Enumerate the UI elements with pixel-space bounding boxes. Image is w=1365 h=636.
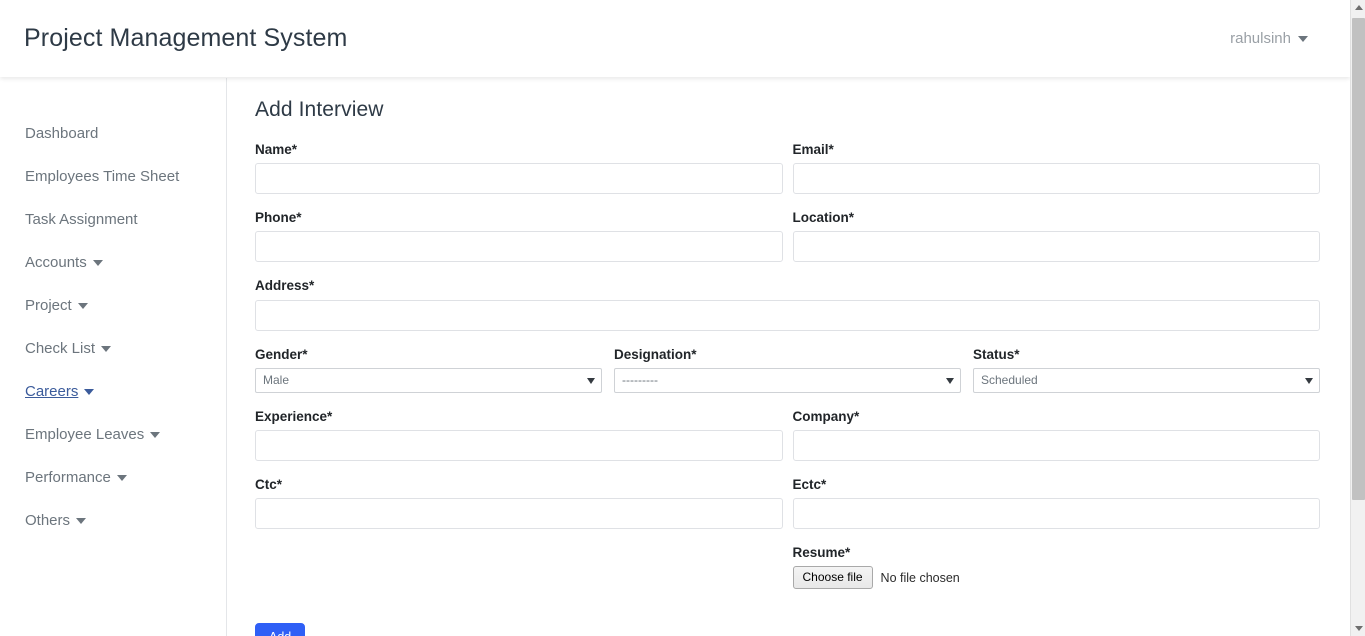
name-input[interactable] <box>255 163 783 195</box>
field-group-phone: Phone* <box>255 210 783 263</box>
address-label: Address* <box>255 278 315 294</box>
scrollbar-thumb[interactable] <box>1352 18 1365 500</box>
field-group-company: Company* <box>792 408 1320 461</box>
form-row-resume: Resume* Choose file No file chosen <box>255 545 1320 589</box>
sidebar-item-label: Dashboard <box>25 125 99 142</box>
sidebar-nav: Dashboard Employees Time Sheet Task Assi… <box>0 78 227 636</box>
app-brand-title: Project Management System <box>24 24 348 52</box>
phone-label: Phone* <box>255 210 302 226</box>
status-label: Status* <box>973 346 1020 362</box>
sidebar-item-label: Careers <box>25 383 79 400</box>
chevron-down-icon <box>76 517 87 524</box>
chevron-down-icon <box>150 431 161 438</box>
sidebar-item-project[interactable]: Project <box>0 284 226 327</box>
designation-label: Designation* <box>614 346 697 362</box>
sidebar-item-label: Employees Time Sheet <box>25 168 180 185</box>
resume-label: Resume* <box>792 545 851 561</box>
sidebar-item-label: Accounts <box>25 254 87 271</box>
ectc-label: Ectc* <box>792 476 827 492</box>
file-chosen-status: No file chosen <box>880 570 960 585</box>
arrow-down-icon <box>1354 626 1363 631</box>
email-label: Email* <box>792 142 834 157</box>
add-interview-form: Name* Email* Phone* Location* Address* G… <box>255 142 1320 636</box>
chevron-down-icon <box>84 388 95 395</box>
location-label: Location* <box>792 210 855 226</box>
sidebar-item-label: Employee Leaves <box>25 426 145 443</box>
location-input[interactable] <box>792 231 1320 263</box>
top-navbar: Project Management System rahulsinh <box>0 0 1350 77</box>
form-row-ctc-ectc: Ctc* Ectc* <box>255 476 1320 530</box>
scrollbar-down-button[interactable] <box>1351 621 1365 636</box>
sidebar-item-label: Performance <box>25 469 111 486</box>
form-row-phone-location: Phone* Location* <box>255 210 1320 263</box>
company-label: Company* <box>792 408 860 424</box>
ectc-input[interactable] <box>792 498 1320 530</box>
choose-file-button[interactable]: Choose file <box>792 566 873 589</box>
field-group-experience: Experience* <box>255 409 783 461</box>
sidebar-item-label: Check List <box>25 340 96 357</box>
form-row-name-email: Name* Email* <box>255 142 1320 195</box>
app-root: Project Management System rahulsinh Dash… <box>0 0 1365 636</box>
gender-select-wrapper: Male <box>255 367 602 393</box>
field-group-email: Email* <box>792 142 1320 195</box>
form-row-gender-designation-status: Gender* Male Designation* --------- Stat… <box>255 347 1320 393</box>
phone-input[interactable] <box>255 231 783 263</box>
company-input[interactable] <box>792 429 1320 461</box>
field-group-gender: Gender* Male <box>255 347 602 393</box>
gender-select[interactable]: Male <box>255 367 602 393</box>
user-menu-dropdown[interactable]: rahulsinh <box>1230 30 1326 47</box>
sidebar-item-others[interactable]: Others <box>0 499 226 542</box>
sidebar-item-task-assignment[interactable]: Task Assignment <box>0 198 226 241</box>
sidebar-item-careers[interactable]: Careers <box>0 370 226 413</box>
name-label: Name* <box>255 142 298 157</box>
field-group-designation: Designation* --------- <box>614 347 961 393</box>
address-input[interactable] <box>255 299 1320 331</box>
form-row-experience-company: Experience* Company* <box>255 409 1320 461</box>
sidebar-item-employee-leaves[interactable]: Employee Leaves <box>0 413 226 456</box>
form-row-address: Address* <box>255 278 1320 331</box>
field-group-address: Address* <box>255 278 1320 331</box>
sidebar-item-check-list[interactable]: Check List <box>0 327 226 370</box>
designation-select[interactable]: --------- <box>614 367 961 393</box>
experience-label: Experience* <box>255 408 333 424</box>
chevron-down-icon <box>116 474 127 481</box>
resume-file-input[interactable]: Choose file No file chosen <box>792 566 1321 589</box>
designation-select-wrapper: --------- <box>614 367 961 393</box>
sidebar-item-label: Task Assignment <box>25 211 138 228</box>
sidebar-item-employees-time-sheet[interactable]: Employees Time Sheet <box>0 155 226 198</box>
ctc-label: Ctc* <box>255 476 283 492</box>
sidebar-item-label: Others <box>25 512 71 529</box>
ctc-input[interactable] <box>255 498 783 530</box>
add-button[interactable]: Add <box>255 622 306 636</box>
field-group-location: Location* <box>792 210 1320 263</box>
sidebar-item-accounts[interactable]: Accounts <box>0 241 226 284</box>
chevron-down-icon <box>101 345 112 352</box>
chevron-down-icon <box>77 302 88 309</box>
chevron-down-icon <box>1298 35 1308 42</box>
status-select[interactable]: Scheduled <box>973 367 1320 393</box>
status-select-wrapper: Scheduled <box>973 367 1320 393</box>
main-content: Add Interview Name* Email* Phone* Locati… <box>227 78 1350 636</box>
scrollbar-up-button[interactable] <box>1351 0 1365 15</box>
field-group-status: Status* Scheduled <box>973 347 1320 393</box>
arrow-up-icon <box>1354 5 1363 10</box>
field-group-name: Name* <box>255 142 783 195</box>
field-group-ectc: Ectc* <box>792 476 1320 530</box>
sidebar-item-dashboard[interactable]: Dashboard <box>0 112 226 155</box>
field-group-resume: Resume* Choose file No file chosen <box>792 545 1321 589</box>
sidebar-item-label: Project <box>25 297 72 314</box>
user-menu-label: rahulsinh <box>1230 30 1291 47</box>
experience-input[interactable] <box>255 429 783 461</box>
page-scrollbar[interactable] <box>1350 0 1365 636</box>
field-group-ctc: Ctc* <box>255 476 783 530</box>
gender-label: Gender* <box>255 346 308 362</box>
page-title: Add Interview <box>255 98 384 121</box>
sidebar-item-performance[interactable]: Performance <box>0 456 226 499</box>
email-input[interactable] <box>792 163 1320 195</box>
chevron-down-icon <box>92 259 103 266</box>
